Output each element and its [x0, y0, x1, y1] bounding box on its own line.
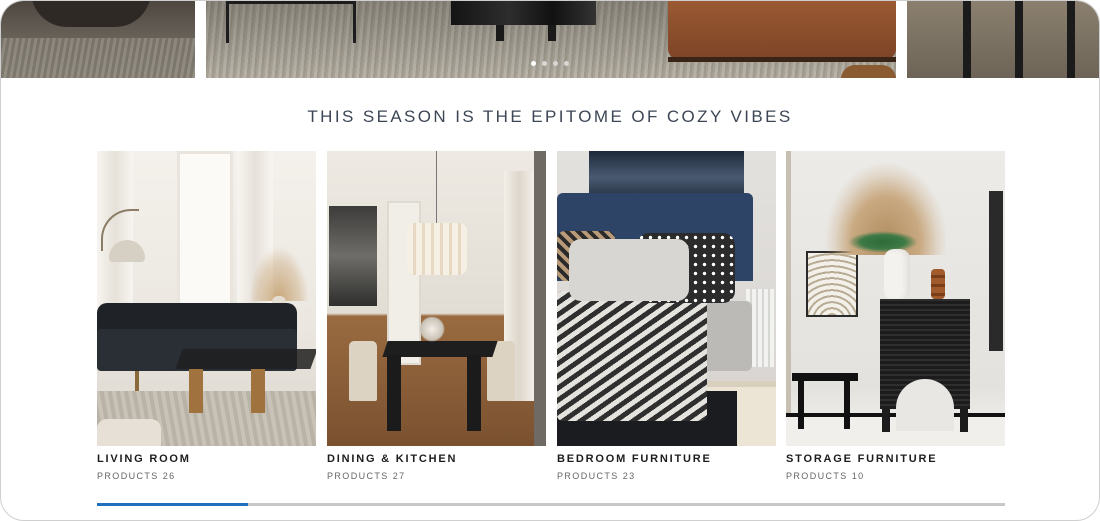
carousel-scrollbar-track[interactable]	[97, 503, 1005, 506]
section-heading: THIS SEASON IS THE EPITOME OF COZY VIBES	[307, 107, 793, 126]
category-title[interactable]: DINING & KITCHEN	[327, 453, 457, 465]
category-card-storage-furniture[interactable]: STORAGE FURNITURE PRODUCTS 10	[786, 151, 1005, 481]
product-count: PRODUCTS 23	[557, 471, 640, 481]
product-count-value: 27	[392, 471, 406, 481]
product-count-value: 26	[162, 471, 176, 481]
window-image	[177, 151, 233, 317]
product-count-value: 23	[622, 471, 636, 481]
carousel-slide-next[interactable]	[907, 1, 1099, 78]
carousel-slide-current[interactable]	[206, 1, 896, 78]
wall-image	[534, 151, 546, 446]
product-count: PRODUCTS 27	[327, 471, 410, 481]
table-leg-image	[467, 355, 481, 431]
cabinet-leg-image	[960, 406, 968, 432]
framed-art-image	[806, 251, 858, 317]
product-count: PRODUCTS 26	[97, 471, 180, 481]
coffee-table-leg	[189, 369, 203, 413]
side-table-image	[226, 1, 356, 43]
category-card-bedroom-furniture[interactable]: BEDROOM FURNITURE PRODUCTS 23	[557, 151, 776, 481]
carousel-dot[interactable]	[564, 61, 569, 66]
category-title[interactable]: BEDROOM FURNITURE	[557, 453, 712, 465]
carousel-slide-previous[interactable]	[1, 1, 195, 78]
pouf-image	[841, 65, 896, 78]
page-frame: THIS SEASON IS THE EPITOME OF COZY VIBES…	[0, 0, 1100, 521]
living-room-image[interactable]	[97, 151, 316, 446]
wall-art-image	[329, 206, 377, 306]
chair-leg-image	[963, 1, 971, 78]
pillow-image	[569, 239, 689, 301]
product-count-label: PRODUCTS	[327, 471, 389, 481]
marble-table-leg	[548, 25, 556, 41]
marble-table-image	[451, 1, 596, 25]
chair-leg-image	[1067, 1, 1075, 78]
carousel-scrollbar-thumb[interactable]	[97, 503, 248, 506]
cabinet-arch-image	[896, 379, 954, 431]
leather-sofa-image	[668, 1, 896, 59]
armchair-image	[31, 1, 151, 27]
chair-leg-image	[1015, 1, 1023, 78]
bedroom-furniture-image[interactable]	[557, 151, 776, 446]
storage-furniture-image[interactable]	[786, 151, 1005, 446]
duvet-image	[557, 291, 707, 421]
ottoman-image	[97, 419, 161, 446]
carousel-dot[interactable]	[542, 61, 547, 66]
decor-objects-image	[931, 269, 945, 299]
carousel-dot[interactable]	[553, 61, 558, 66]
coffee-table-leg	[251, 369, 265, 413]
product-count: PRODUCTS 10	[786, 471, 869, 481]
product-count-label: PRODUCTS	[786, 471, 848, 481]
bench-leg-image	[798, 379, 804, 429]
cabinet-leg-image	[882, 406, 890, 432]
bench-leg-image	[844, 379, 850, 429]
coffee-table-image	[175, 349, 316, 369]
wall-art-image	[589, 151, 744, 199]
category-title[interactable]: STORAGE FURNITURE	[786, 453, 937, 465]
wall-edge-image	[786, 151, 791, 446]
doorframe-image	[989, 191, 1003, 351]
carousel-pagination	[531, 61, 569, 66]
lamp-shade-image	[109, 240, 145, 262]
hero-carousel[interactable]	[1, 1, 1099, 78]
category-card-dining-kitchen[interactable]: DINING & KITCHEN PRODUCTS 27	[327, 151, 546, 481]
sofa-base-image	[668, 57, 896, 62]
dining-kitchen-image[interactable]	[327, 151, 546, 446]
marble-table-leg	[496, 25, 504, 41]
vase-image	[884, 249, 910, 301]
product-count-label: PRODUCTS	[557, 471, 619, 481]
product-count-label: PRODUCTS	[97, 471, 159, 481]
pampas-grass-image	[249, 246, 309, 301]
chandelier-wire	[436, 151, 437, 227]
centerpiece-image	[419, 316, 445, 342]
dining-chair-image	[349, 341, 377, 401]
table-leg-image	[387, 355, 401, 431]
chandelier-image	[407, 223, 467, 275]
product-count-value: 10	[851, 471, 865, 481]
leaf-image	[848, 231, 918, 253]
rug-image	[1, 38, 195, 78]
category-title[interactable]: LIVING ROOM	[97, 453, 191, 465]
carousel-dot-active[interactable]	[531, 61, 536, 66]
category-card-living-room[interactable]: LIVING ROOM PRODUCTS 26	[97, 151, 316, 481]
